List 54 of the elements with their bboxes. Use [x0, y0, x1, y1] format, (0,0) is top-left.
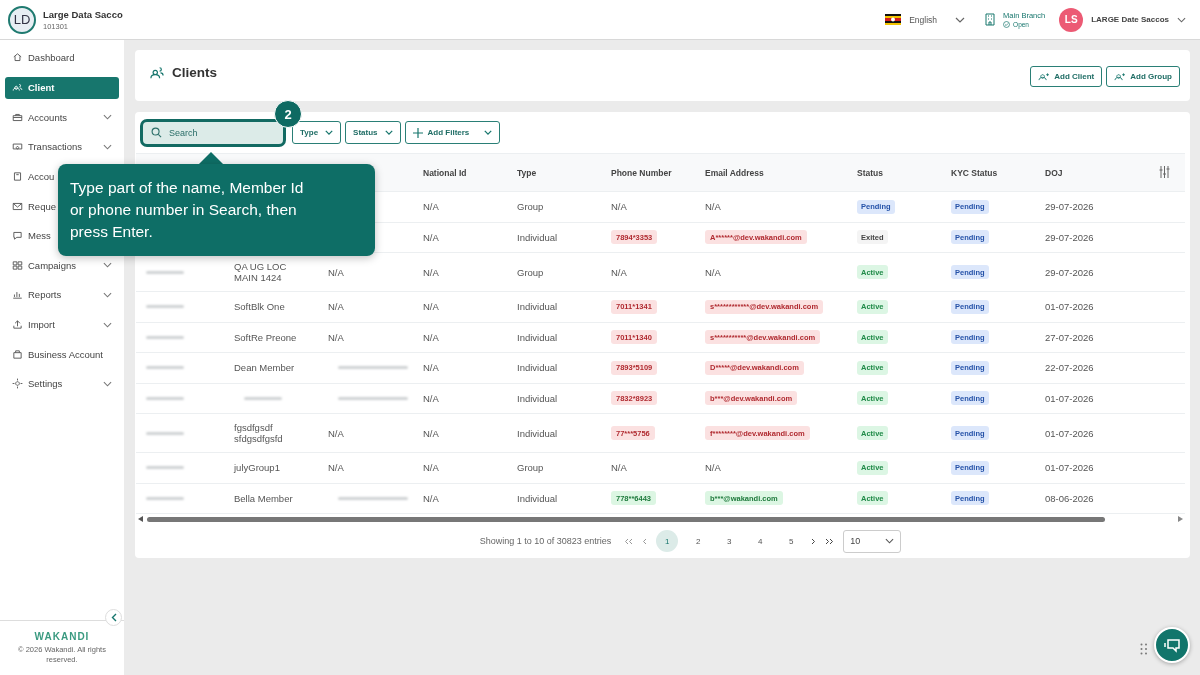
table-cell: 22-07-2026 — [1045, 362, 1094, 374]
table-cell: Group — [517, 462, 544, 474]
table-cell: 29-07-2026 — [1045, 231, 1094, 243]
table-cell: N/A — [423, 201, 439, 213]
org-name: Large Data Sacco — [43, 8, 123, 20]
entries-summary: Showing 1 to 10 of 30823 entries — [479, 536, 612, 546]
table-cell: Individual — [517, 362, 558, 374]
phone-tag: N/A — [611, 462, 627, 474]
table-cell: SoftRe Preone — [234, 331, 298, 343]
table-cell: N/A — [328, 427, 344, 439]
table-cell-text: julyGroup1 — [234, 462, 281, 474]
table-cell-text: fgsdfgsdf sfdgsdfgsfd — [234, 421, 284, 445]
table-cell: Group — [517, 266, 544, 278]
phone-tag: N/A — [611, 266, 627, 278]
phone-tag: N/A — [611, 201, 627, 213]
table-cell-text: QA UG LOC MAIN 1424 — [234, 260, 288, 284]
table-cell: Individual — [517, 231, 558, 243]
table-cell: N/A — [423, 427, 439, 439]
table-cell: 01-07-2026 — [1045, 301, 1094, 313]
table-cell: Individual — [517, 492, 558, 504]
table-cell-text: Bella Member — [234, 492, 294, 504]
table-cell: 01-07-2026 — [1045, 392, 1094, 404]
page-title: Clients — [172, 65, 217, 80]
table-cell: N/A — [423, 266, 439, 278]
table-cell-text: Dean Member — [234, 362, 296, 374]
table-cell: N/A — [328, 331, 344, 343]
table-cell-text: SoftBlk One — [234, 301, 286, 313]
table-cell: N/A — [423, 392, 439, 404]
table-cell: N/A — [423, 492, 439, 504]
table-cell: N/A — [423, 331, 439, 343]
table-cell: N/A — [328, 266, 344, 278]
table-cell: 08-06-2026 — [1045, 492, 1094, 504]
email-tag: N/A — [705, 266, 721, 278]
table-cell: Individual — [517, 301, 558, 313]
table-cell: 29-07-2026 — [1045, 266, 1094, 278]
table-cell: Group — [517, 201, 544, 213]
table-cell: N/A — [423, 362, 439, 374]
wakandi-logo: WAKANDI — [34, 631, 90, 642]
org-avatar: LD — [8, 5, 36, 34]
tour-tooltip: Type part of the name, Member Id or phone number in Search, then press Enter. — [58, 164, 375, 256]
table-cell: 01-07-2026 — [1045, 427, 1094, 439]
table-cell: N/A — [423, 462, 439, 474]
table-cell: Individual — [517, 427, 558, 439]
table-cell: 29-07-2026 — [1045, 201, 1094, 213]
table-cell: N/A — [423, 301, 439, 313]
table-cell: Individual — [517, 331, 558, 343]
email-tag: N/A — [705, 462, 721, 474]
table-cell: N/A — [328, 301, 344, 313]
table-cell: Individual — [517, 392, 558, 404]
table-cell: 01-07-2026 — [1045, 462, 1094, 474]
email-tag: N/A — [705, 201, 721, 213]
table-cell: 27-07-2026 — [1045, 331, 1094, 343]
table-cell: N/A — [328, 462, 344, 474]
table-cell: N/A — [423, 231, 439, 243]
